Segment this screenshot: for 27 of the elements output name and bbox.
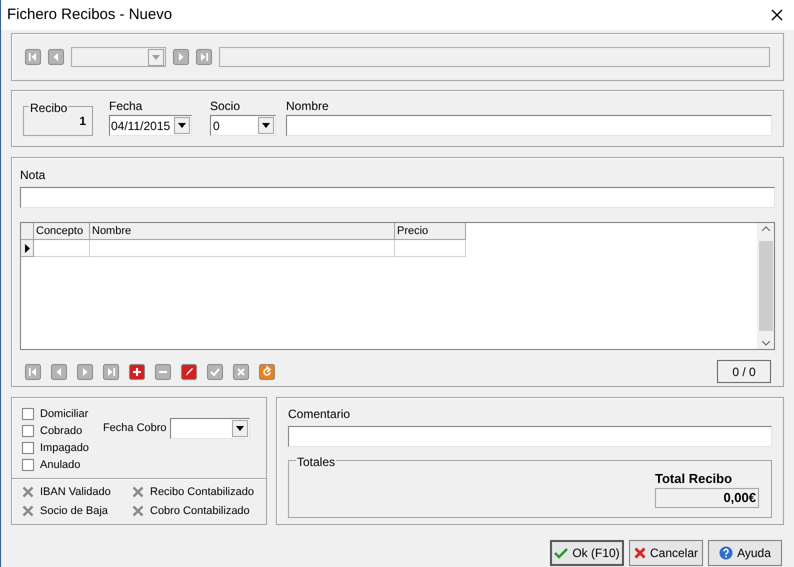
nota-label: Nota <box>20 167 46 184</box>
checkbox-label: Cobrado <box>40 424 82 439</box>
column-header[interactable]: Precio <box>395 223 466 240</box>
window-title: Fichero Recibos - Nuevo <box>7 4 172 25</box>
checkbox-label: Impagado <box>40 440 89 456</box>
ok-button[interactable]: Ok (F10) <box>550 540 624 566</box>
fecha-label: Fecha <box>109 98 144 115</box>
socio-field[interactable]: 0 <box>210 115 276 136</box>
comentario-label: Comentario <box>288 406 352 423</box>
date-field[interactable]: 04/11/2015 <box>109 115 192 136</box>
fecha-cobro-label: Fecha Cobro <box>102 421 167 436</box>
column-header[interactable]: Nombre <box>90 223 395 240</box>
total-value: 0,00€ <box>655 488 759 508</box>
recibo-number: 1 <box>79 113 86 130</box>
total-label: Total Recibo <box>655 470 734 488</box>
socio-label: Socio <box>210 98 242 115</box>
flag-label: Socio de Baja <box>40 504 108 518</box>
help-button[interactable]: Ayuda <box>708 540 782 566</box>
flag-label: Recibo Contabilizado <box>150 485 254 500</box>
nombre-label: Nombre <box>286 98 330 115</box>
column-header[interactable]: Concepto <box>34 223 90 240</box>
cancel-button[interactable]: Cancelar <box>629 540 703 566</box>
flag-label: IBAN Validado <box>40 485 111 500</box>
checkbox-label: Domiciliar <box>40 406 88 422</box>
record-counter: 0 / 0 <box>717 360 771 383</box>
flag-label: Cobro Contabilizado <box>150 504 250 518</box>
checkbox-label: Anulado <box>40 458 80 473</box>
